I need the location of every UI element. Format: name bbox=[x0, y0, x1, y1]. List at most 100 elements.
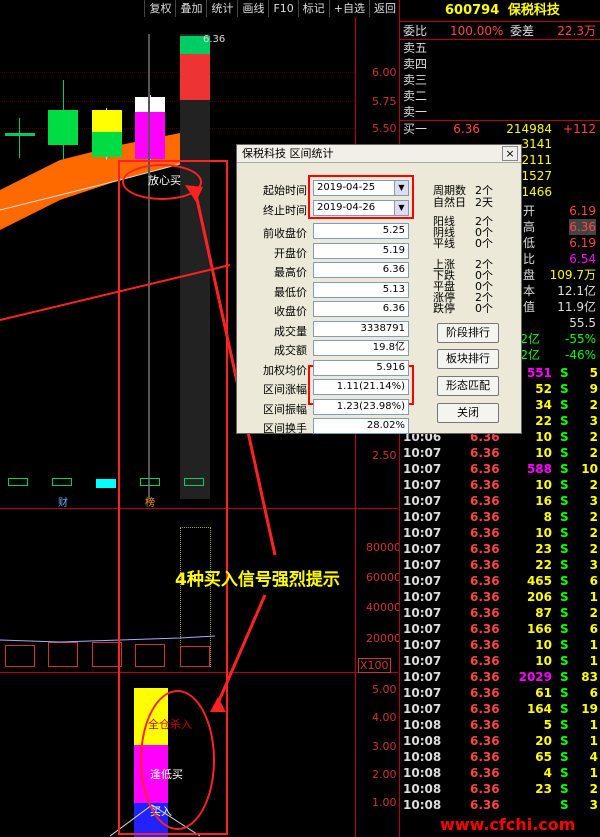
tick-price: 6.36 bbox=[470, 782, 500, 796]
tick-count: 6 bbox=[589, 622, 598, 636]
sector-ranking-button[interactable]: 板块排行 bbox=[437, 349, 499, 369]
tick-time: 10:08 bbox=[403, 766, 442, 780]
weicha-value: 22.3万 bbox=[557, 24, 596, 38]
end-time-label: 终止时间 bbox=[263, 204, 307, 217]
tick-side: S bbox=[560, 510, 569, 524]
tick-side: S bbox=[560, 654, 569, 668]
field-label: 区间涨幅 bbox=[263, 383, 307, 396]
field-label: 前收盘价 bbox=[263, 227, 307, 240]
side-value: 55.5 bbox=[569, 316, 596, 330]
side-value: 11.9亿 bbox=[557, 300, 596, 314]
tick-price: 6.36 bbox=[470, 686, 500, 700]
stat-value: 2天 bbox=[475, 196, 493, 209]
tick-time: 10:07 bbox=[403, 462, 442, 476]
close-button[interactable]: 关闭 bbox=[437, 403, 499, 423]
tick-count: 10 bbox=[581, 462, 598, 476]
tick-price: 6.36 bbox=[470, 702, 500, 716]
highlight-frame bbox=[308, 175, 414, 219]
field-value: 1.23(23.98%) bbox=[313, 398, 409, 415]
stat-key: 自然日 bbox=[433, 196, 466, 209]
tick-row: 10:08 6.36 5 S 1 bbox=[400, 717, 600, 733]
tick-side: S bbox=[560, 782, 569, 796]
tick-price: 6.36 bbox=[470, 654, 500, 668]
stock-code: 600794 bbox=[445, 3, 500, 18]
tick-volume: 87 bbox=[535, 606, 552, 620]
buy1-label: 买一 bbox=[403, 122, 428, 136]
stat-pct: -46% bbox=[564, 348, 596, 362]
stat-pct: -55% bbox=[564, 332, 596, 346]
buy1-volume: 214984 bbox=[506, 122, 552, 136]
tick-volume: 206 bbox=[526, 590, 552, 604]
tick-price: 6.36 bbox=[470, 750, 500, 764]
tick-side: S bbox=[560, 766, 569, 780]
field-label: 开盘价 bbox=[274, 246, 307, 260]
tick-row: 10:07 6.36 2029 S 83 bbox=[400, 669, 600, 685]
tick-count: 9 bbox=[589, 382, 598, 396]
tick-volume: 34 bbox=[535, 398, 552, 412]
tick-count: 3 bbox=[589, 798, 598, 812]
field-label: 区间换手 bbox=[263, 422, 307, 435]
tick-row: 10:08 6.36 23 S 2 bbox=[400, 781, 600, 797]
tick-time: 10:08 bbox=[403, 798, 442, 812]
tick-side: S bbox=[560, 542, 569, 556]
tick-price: 6.36 bbox=[470, 574, 500, 588]
tick-side: S bbox=[560, 558, 569, 572]
tick-side: S bbox=[560, 686, 569, 700]
tick-row: 10:07 6.36 10 S 2 bbox=[400, 445, 600, 461]
tick-count: 1 bbox=[589, 590, 598, 604]
tick-row: 10:07 6.36 23 S 2 bbox=[400, 541, 600, 557]
tick-side: S bbox=[560, 670, 569, 684]
tick-volume: 10 bbox=[535, 526, 552, 540]
tick-row: 10:07 6.36 166 S 6 bbox=[400, 621, 600, 637]
tick-price: 6.36 bbox=[470, 670, 500, 684]
tick-price: 6.36 bbox=[470, 798, 500, 812]
side-label: 比 bbox=[523, 252, 536, 266]
tick-price: 6.36 bbox=[470, 638, 500, 652]
stage-ranking-button[interactable]: 阶段排行 bbox=[437, 323, 499, 343]
tick-volume: 164 bbox=[526, 702, 552, 716]
tick-time: 10:08 bbox=[403, 750, 442, 764]
tick-volume: 10 bbox=[535, 446, 552, 460]
buy1-change: +112 bbox=[563, 122, 596, 136]
field-value: 5.916 bbox=[313, 359, 409, 376]
tick-side: S bbox=[560, 718, 569, 732]
tick-volume: 52 bbox=[535, 382, 552, 396]
tick-count: 2 bbox=[589, 446, 598, 460]
side-label: 高 bbox=[523, 220, 536, 234]
buy-volume: 3141 bbox=[521, 137, 552, 151]
side-label: 开 bbox=[523, 204, 536, 218]
tick-row: 10:07 6.36 8 S 2 bbox=[400, 509, 600, 525]
tick-count: 19 bbox=[581, 702, 598, 716]
buy-volume: 2111 bbox=[521, 153, 552, 167]
tick-time: 10:07 bbox=[403, 654, 442, 668]
tick-volume: 20 bbox=[535, 734, 552, 748]
watermark: www.cfchi.com bbox=[440, 815, 576, 834]
tick-row: 10:07 6.36 588 S 10 bbox=[400, 461, 600, 477]
side-value: 6.19 bbox=[569, 236, 596, 250]
tick-price: 6.36 bbox=[470, 606, 500, 620]
tick-count: 2 bbox=[589, 510, 598, 524]
tick-count: 1 bbox=[589, 734, 598, 748]
field-value: 28.02% bbox=[313, 418, 409, 434]
tick-side: S bbox=[560, 750, 569, 764]
side-label: 低 bbox=[523, 236, 536, 250]
side-value: 6.54 bbox=[569, 252, 596, 266]
tick-row: 10:07 6.36 16 S 3 bbox=[400, 493, 600, 509]
tick-row: 10:08 6.36 S 3 bbox=[400, 797, 600, 813]
stat-value: 0个 bbox=[475, 302, 493, 315]
pattern-match-button[interactable]: 形态匹配 bbox=[437, 376, 499, 396]
field-label: 区间振幅 bbox=[263, 402, 307, 416]
tick-row: 10:07 6.36 10 S 2 bbox=[400, 477, 600, 493]
tick-side: S bbox=[560, 590, 569, 604]
tick-time: 10:07 bbox=[403, 686, 442, 700]
close-icon[interactable]: × bbox=[502, 146, 518, 161]
buy-volume: 1466 bbox=[521, 185, 552, 199]
sell-level-label: 卖四 bbox=[403, 57, 428, 71]
tick-count: 2 bbox=[589, 478, 598, 492]
tick-time: 10:07 bbox=[403, 526, 442, 540]
tick-volume: 5 bbox=[543, 718, 552, 732]
tick-price: 6.36 bbox=[470, 510, 500, 524]
tick-row: 10:08 6.36 65 S 4 bbox=[400, 749, 600, 765]
dialog-title: 保税科技 区间统计 bbox=[242, 147, 334, 160]
tick-side: S bbox=[560, 366, 569, 380]
